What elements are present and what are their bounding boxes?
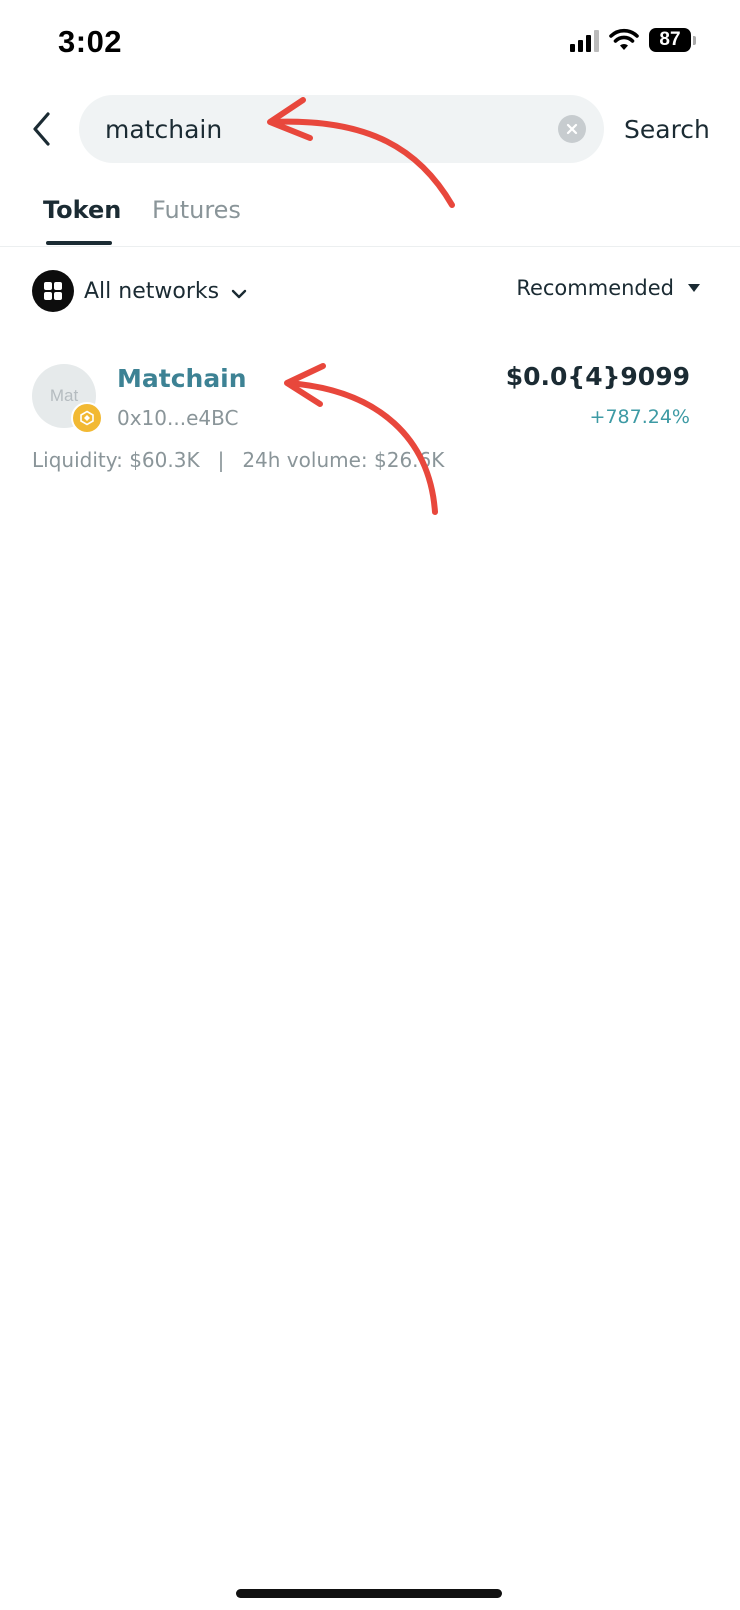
token-stats: Liquidity: $60.3K | 24h volume: $26.6K xyxy=(32,448,444,472)
token-liquidity: Liquidity: $60.3K xyxy=(32,448,200,472)
home-indicator[interactable] xyxy=(236,1589,502,1598)
bnb-chain-icon xyxy=(71,402,103,434)
sort-label: Recommended xyxy=(516,276,674,300)
tab-token[interactable]: Token xyxy=(43,196,121,224)
clear-search-button[interactable] xyxy=(558,115,586,143)
tab-futures[interactable]: Futures xyxy=(152,196,241,224)
token-result-row[interactable]: Mat Matchain 0x10...e4BC $0.0{4}9099 +78… xyxy=(0,350,740,480)
status-icons: 87 xyxy=(570,28,696,52)
battery-level: 87 xyxy=(649,28,691,52)
back-button[interactable] xyxy=(22,104,62,154)
search-input[interactable] xyxy=(105,95,525,163)
chevron-left-icon xyxy=(33,112,50,146)
tabs-divider xyxy=(0,246,740,247)
token-price: $0.0{4}9099 xyxy=(505,362,690,391)
token-price-change: +787.24% xyxy=(589,406,690,428)
grid-icon xyxy=(32,270,74,312)
stats-separator: | xyxy=(217,448,225,472)
battery-icon: 87 xyxy=(649,28,696,52)
token-name: Matchain xyxy=(117,364,247,393)
token-volume: 24h volume: $26.6K xyxy=(242,448,445,472)
cellular-signal-icon xyxy=(570,28,599,52)
status-time: 3:02 xyxy=(58,24,123,59)
token-address: 0x10...e4BC xyxy=(117,406,239,430)
network-filter-dropdown[interactable]: All networks xyxy=(32,270,247,312)
active-tab-indicator xyxy=(46,241,112,245)
search-box[interactable] xyxy=(79,95,604,163)
network-filter-label: All networks xyxy=(84,278,220,304)
wifi-icon xyxy=(609,28,639,50)
close-icon xyxy=(566,123,578,135)
search-button[interactable]: Search xyxy=(624,115,710,144)
caret-down-icon xyxy=(688,284,700,292)
sort-dropdown[interactable]: Recommended xyxy=(516,276,700,300)
chevron-down-icon xyxy=(231,289,247,299)
